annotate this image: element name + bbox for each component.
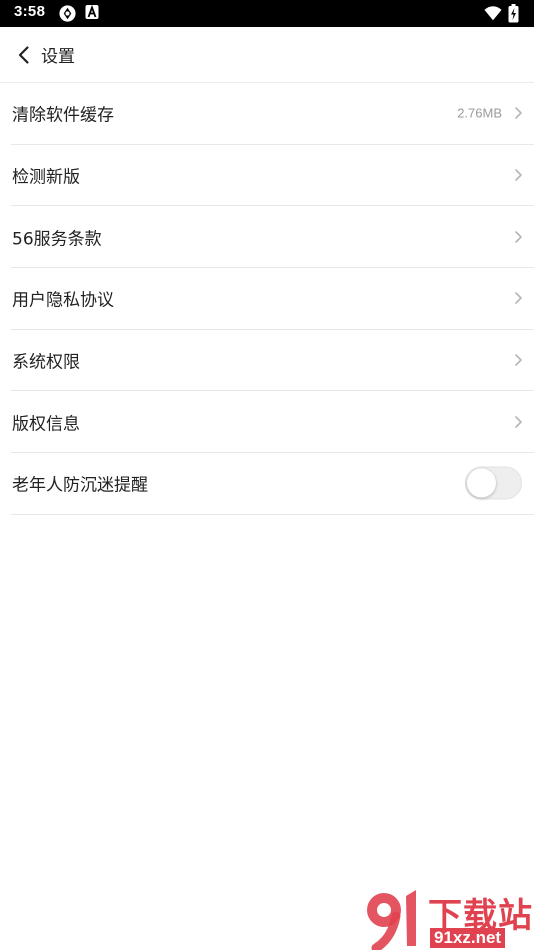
battery-charging-icon — [508, 4, 519, 27]
chevron-right-icon — [515, 292, 522, 305]
a-badge-icon — [85, 4, 99, 24]
setting-label: 版权信息 — [12, 414, 80, 435]
watermark-logo-icon — [367, 890, 416, 950]
setting-label: 系统权限 — [12, 352, 80, 373]
chevron-right-icon — [515, 415, 522, 428]
status-bar: 3:58 — [0, 0, 534, 27]
setting-elderly-anti-addiction: 老年人防沉迷提醒 — [11, 453, 534, 515]
setting-label: 检测新版 — [12, 167, 80, 188]
chevron-right-icon — [515, 107, 522, 120]
watermark: 下载站 91xz.net — [362, 888, 534, 950]
toggle-knob — [467, 468, 496, 498]
status-time: 3:58 — [14, 3, 46, 20]
chevron-left-icon — [18, 46, 29, 64]
anti-addiction-toggle[interactable] — [465, 466, 522, 500]
settings-list: 清除软件缓存 2.76MB 检测新版 56服务条款 用户隐私协议 系统权限 版权… — [0, 83, 534, 515]
setting-copyright-info[interactable]: 版权信息 — [11, 391, 534, 454]
setting-label: 56服务条款 — [12, 229, 102, 250]
chevron-right-icon — [515, 169, 522, 181]
setting-check-update[interactable]: 检测新版 — [11, 145, 534, 207]
cache-size-value: 2.76MB — [457, 105, 502, 121]
setting-label: 用户隐私协议 — [12, 290, 114, 311]
setting-label: 老年人防沉迷提醒 — [12, 475, 148, 496]
setting-clear-cache[interactable]: 清除软件缓存 2.76MB — [11, 83, 534, 145]
wifi-icon — [484, 4, 502, 26]
header: 设置 — [0, 27, 534, 82]
setting-privacy-policy[interactable]: 用户隐私协议 — [11, 268, 534, 330]
page-title: 设置 — [41, 47, 75, 67]
sync-icon — [58, 4, 77, 27]
chevron-right-icon — [515, 230, 522, 243]
chevron-right-icon — [515, 354, 522, 366]
setting-terms-of-service[interactable]: 56服务条款 — [11, 206, 534, 269]
setting-label: 清除软件缓存 — [12, 105, 114, 126]
back-button[interactable] — [10, 41, 38, 69]
watermark-url: 91xz.net — [430, 928, 506, 948]
setting-system-permissions[interactable]: 系统权限 — [11, 330, 534, 392]
